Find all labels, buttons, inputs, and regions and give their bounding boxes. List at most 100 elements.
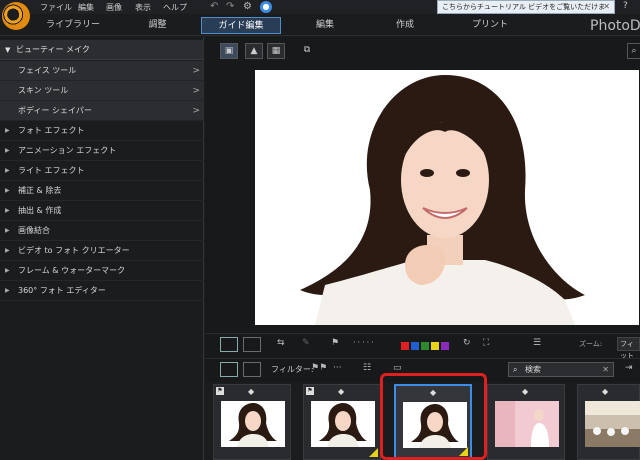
thumbnail-item[interactable]: ⚑ ◆ <box>213 384 291 460</box>
flag-filter-icon[interactable]: ⚑⚑ <box>311 363 327 373</box>
tab-edit[interactable]: 編集 <box>295 17 355 34</box>
color-label-purple[interactable] <box>441 342 449 350</box>
tag-icon: ◆ <box>248 387 255 396</box>
tab-create[interactable]: 作成 <box>375 17 435 34</box>
tutorial-banner[interactable]: こちらからチュートリアル ビデオをご覧いただけます。 ✕ <box>437 0 615 23</box>
sidebar-item-photo-effects[interactable]: ▶ フォト エフェクト <box>0 121 204 141</box>
collapsed-triangle-icon: ▶ <box>5 227 10 234</box>
collapsed-triangle-icon: ▶ <box>5 247 10 254</box>
sidebar-item-label: 画像結合 <box>18 226 50 235</box>
color-label-blue[interactable] <box>411 342 419 350</box>
rating-dots[interactable]: ····· <box>353 338 376 347</box>
thumbnail-item-selected[interactable]: ◆ <box>394 384 472 460</box>
thumbnail-image <box>403 402 467 448</box>
crop-icon[interactable]: ⛶ <box>483 338 489 348</box>
rotate-icon[interactable]: ↻ <box>463 338 471 348</box>
tab-library[interactable]: ライブラリー <box>38 17 108 34</box>
thumbnail-view-button[interactable] <box>220 362 238 377</box>
tag-icon: ◆ <box>602 387 609 396</box>
sidebar-item-label: フレーム & ウォーターマーク <box>18 266 126 275</box>
compare-button[interactable] <box>243 337 261 352</box>
sidebar-item-skin-tools[interactable]: スキン ツール > <box>0 81 204 101</box>
help-icon[interactable]: ? <box>623 1 628 11</box>
view-toolbar: ▣ ▲ ▦ ⧉ ⌕ <box>205 41 640 63</box>
color-label-red[interactable] <box>401 342 409 350</box>
sidebar-item-image-merge[interactable]: ▶ 画像結合 <box>0 221 204 241</box>
sidebar-item-label: アニメーション エフェクト <box>18 146 117 155</box>
collapsed-triangle-icon: ▶ <box>5 267 10 274</box>
menu-file[interactable]: ファイル <box>40 2 72 13</box>
grid-view-button[interactable]: ▦ <box>267 43 285 59</box>
search-placeholder: 検索 <box>525 365 541 374</box>
menu-edit[interactable]: 編集 <box>78 2 94 13</box>
color-label-green[interactable] <box>421 342 429 350</box>
sidebar-item-label: フェイス ツール <box>18 66 77 75</box>
collapsed-triangle-icon: ▶ <box>5 287 10 294</box>
mode-tabs: ライブラリー 調整 ガイド編集 編集 作成 プリント PhotoD <box>0 14 640 36</box>
redo-icon[interactable]: ↷ <box>226 1 234 12</box>
sidebar-section-label: ビューティー メイク <box>16 45 90 54</box>
gear-icon[interactable]: ⚙ <box>243 1 252 12</box>
sidebar-section-beauty[interactable]: ▼ ビューティー メイク <box>0 40 204 60</box>
list-view-button[interactable] <box>243 362 261 377</box>
clear-icon[interactable]: ✕ <box>602 363 609 376</box>
sidebar-item-light-effects[interactable]: ▶ ライト エフェクト <box>0 161 204 181</box>
tag-icon: ◆ <box>430 388 437 397</box>
thumbnail-item[interactable]: ◆ <box>577 384 640 460</box>
search-input[interactable]: ⌕ 検索 ✕ <box>508 362 614 377</box>
photo-preview[interactable] <box>255 70 639 325</box>
sidebar-item-label: ライト エフェクト <box>18 166 85 175</box>
tag-icon: ◆ <box>338 387 345 396</box>
fit-view-button[interactable] <box>220 337 238 352</box>
zoom-select[interactable]: フィット <box>617 337 640 360</box>
thumbnail-image <box>311 401 375 447</box>
color-label-yellow[interactable] <box>431 342 439 350</box>
edit-toolbar: ⇆ ✎ ⚑ ····· ↻ ⛶ ☰ ズーム: フィット <box>205 333 640 360</box>
sidebar-item-video-to-photo[interactable]: ▶ ビデオ to フォト クリエーター <box>0 241 204 261</box>
menu-view[interactable]: 表示 <box>135 2 151 13</box>
flag-icon[interactable]: ⚑ <box>331 338 339 348</box>
info-panel-icon[interactable]: ☰ <box>533 338 541 348</box>
thumbnail-item[interactable]: ◆ <box>487 384 565 460</box>
sidebar-item-correct-remove[interactable]: ▶ 補正 & 除去 <box>0 181 204 201</box>
thumbnail-image <box>221 401 285 447</box>
sidebar-item-frame-watermark[interactable]: ▶ フレーム & ウォーターマーク <box>0 261 204 281</box>
search-icon[interactable]: ⌕ <box>627 43 640 59</box>
menu-image[interactable]: 画像 <box>106 2 122 13</box>
sidebar-item-label: 補正 & 除去 <box>18 186 62 195</box>
single-view-button[interactable]: ▣ <box>220 43 238 59</box>
photo-view-button[interactable]: ▲ <box>245 43 263 59</box>
tab-guided-edit[interactable]: ガイド編集 <box>201 17 281 34</box>
chevron-right-icon: > <box>192 106 200 116</box>
filmstrip: ⚑ ◆ ⚑ ◆ ◆ ◆ ◆ <box>205 382 640 460</box>
rating-filter-icon[interactable]: ··· <box>333 363 342 373</box>
sidebar-item-label: スキン ツール <box>18 86 69 95</box>
chevron-right-icon: > <box>192 66 200 76</box>
sidebar-item-label: フォト エフェクト <box>18 126 85 135</box>
rotate-list-icon[interactable]: ⇆ <box>277 338 285 348</box>
sidebar-item-label: 360° フォト エディター <box>18 286 106 295</box>
sidebar-item-animation-effects[interactable]: ▶ アニメーション エフェクト <box>0 141 204 161</box>
sidebar-item-extract-create[interactable]: ▶ 抽出 & 作成 <box>0 201 204 221</box>
thumbnail-item[interactable]: ⚑ ◆ <box>303 384 381 460</box>
thumbnail-image <box>495 401 559 447</box>
sidebar-item-face-tools[interactable]: フェイス ツール > <box>0 61 204 81</box>
menu-help[interactable]: ヘルプ <box>163 2 187 13</box>
notification-icon[interactable]: ● <box>260 1 272 13</box>
flag-icon: ⚑ <box>216 387 224 395</box>
sidebar-item-360-editor[interactable]: ▶ 360° フォト エディター <box>0 281 204 301</box>
compare-view-icon[interactable]: ⧉ <box>298 43 316 59</box>
chevron-right-icon: > <box>192 86 200 96</box>
sort-icon[interactable]: ☷ <box>363 363 371 373</box>
undo-icon[interactable]: ↶ <box>210 1 218 12</box>
color-filter-icon[interactable]: ▭ <box>393 363 402 373</box>
export-icon[interactable]: ⇥ <box>625 363 633 373</box>
photodirector-window: ファイル 編集 画像 表示 ヘルプ ↶ ↷ ⚙ ● こちらからチュートリアル ビ… <box>0 0 640 460</box>
sidebar-item-body-shaper[interactable]: ボディー シェイパー > <box>0 101 204 121</box>
collapsed-triangle-icon: ▶ <box>5 127 10 134</box>
tab-adjust[interactable]: 調整 <box>130 17 185 34</box>
tab-print[interactable]: プリント <box>460 17 520 34</box>
close-icon[interactable]: ✕ <box>603 1 610 13</box>
guided-edit-sidebar: ▼ ビューティー メイク フェイス ツール > スキン ツール > ボディー シェイ… <box>0 37 204 460</box>
portrait-photo <box>255 70 639 325</box>
